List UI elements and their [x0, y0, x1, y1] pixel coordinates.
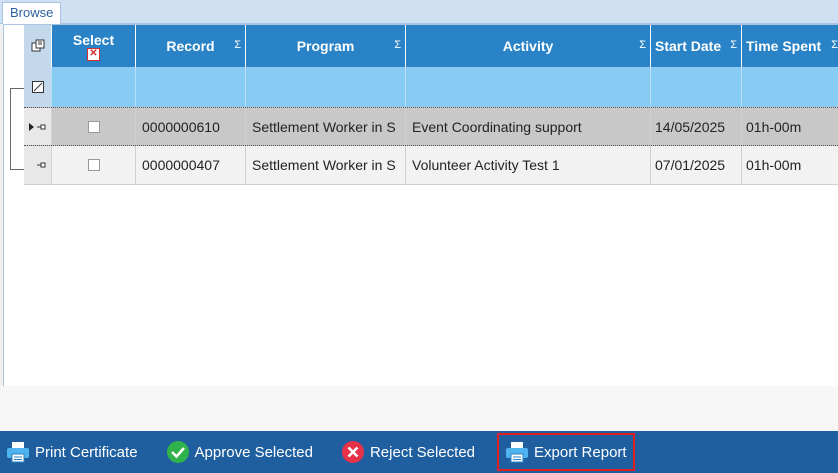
- cell-program: Settlement Worker in S: [246, 108, 406, 145]
- column-header-label: Start Date: [655, 38, 722, 54]
- column-header-label: Time Spent: [746, 38, 822, 54]
- tab-bar: Browse: [0, 0, 838, 24]
- reject-selected-label: Reject Selected: [369, 443, 476, 461]
- browse-panel: Select ✕ Record Σ Program Σ Activity Σ S…: [3, 24, 838, 388]
- sum-icon[interactable]: Σ: [394, 39, 401, 51]
- column-header-label: Select: [72, 31, 115, 48]
- row-select-checkbox[interactable]: [87, 120, 100, 133]
- filter-start-date[interactable]: [651, 67, 742, 107]
- row-indicator[interactable]: [24, 108, 52, 145]
- cell-record: 0000000407: [136, 146, 246, 184]
- export-report-button[interactable]: Export Report: [497, 433, 635, 471]
- filter-record[interactable]: [136, 67, 246, 107]
- printer-icon: [6, 440, 30, 464]
- cell-activity: Volunteer Activity Test 1: [406, 146, 651, 184]
- column-header-activity[interactable]: Activity Σ: [406, 25, 651, 67]
- approve-selected-label: Approve Selected: [194, 443, 313, 461]
- filter-select[interactable]: [52, 67, 136, 107]
- filter-program[interactable]: [246, 67, 406, 107]
- row-select-checkbox-cell[interactable]: [52, 108, 136, 145]
- grid-header-row: Select ✕ Record Σ Program Σ Activity Σ S…: [24, 25, 838, 67]
- print-certificate-button[interactable]: Print Certificate: [0, 433, 144, 471]
- printer-icon: [505, 440, 529, 464]
- column-header-program[interactable]: Program Σ: [246, 25, 406, 67]
- column-header-record[interactable]: Record Σ: [136, 25, 246, 67]
- table-row[interactable]: 0000000407 Settlement Worker in S Volunt…: [24, 146, 838, 185]
- cell-time-spent: 01h-00m: [746, 118, 802, 135]
- reject-selected-button[interactable]: Reject Selected: [335, 433, 481, 471]
- cell-record: 0000000610: [136, 108, 246, 145]
- table-row[interactable]: 0000000610 Settlement Worker in S Event …: [24, 107, 838, 146]
- sum-icon[interactable]: Σ: [234, 39, 241, 51]
- sum-icon[interactable]: Σ: [831, 39, 838, 51]
- row-select-checkbox[interactable]: [87, 159, 100, 171]
- column-header-start-date[interactable]: Start Date Σ: [651, 25, 742, 67]
- clear-selection-icon[interactable]: ✕: [87, 47, 100, 61]
- cell-activity: Event Coordinating support: [406, 108, 651, 145]
- column-chooser-icon[interactable]: [24, 25, 52, 67]
- column-header-time-spent[interactable]: Time Spent Σ: [742, 25, 838, 67]
- approve-selected-button[interactable]: Approve Selected: [160, 433, 319, 471]
- sum-icon[interactable]: Σ: [730, 39, 737, 51]
- sum-icon[interactable]: Σ: [639, 39, 646, 51]
- filter-clear-icon[interactable]: [24, 67, 52, 107]
- filter-time-spent[interactable]: [742, 67, 838, 107]
- check-circle-icon: [166, 440, 190, 464]
- column-header-select[interactable]: Select ✕: [52, 25, 136, 67]
- column-header-label: Activity: [502, 38, 554, 54]
- cell-program: Settlement Worker in S: [246, 146, 406, 184]
- row-select-checkbox-cell[interactable]: [52, 146, 136, 184]
- column-header-label: Record: [166, 38, 215, 54]
- cell-start-date: 14/05/2025: [651, 108, 742, 145]
- filter-row: [24, 67, 838, 107]
- column-header-label: Program: [296, 38, 355, 54]
- tab-browse[interactable]: Browse: [2, 2, 62, 24]
- group-connector-lines: [10, 88, 25, 170]
- action-toolbar: Print Certificate Approve Selected Rejec…: [0, 431, 838, 473]
- export-report-label: Export Report: [534, 443, 627, 461]
- print-certificate-label: Print Certificate: [35, 443, 138, 461]
- filter-activity[interactable]: [406, 67, 651, 107]
- x-circle-icon: [341, 440, 365, 464]
- row-indicator[interactable]: [24, 146, 52, 184]
- bottom-spacer: [0, 386, 838, 431]
- cell-time-spent: 01h-00m: [746, 157, 802, 173]
- cell-start-date: 07/01/2025: [651, 146, 742, 184]
